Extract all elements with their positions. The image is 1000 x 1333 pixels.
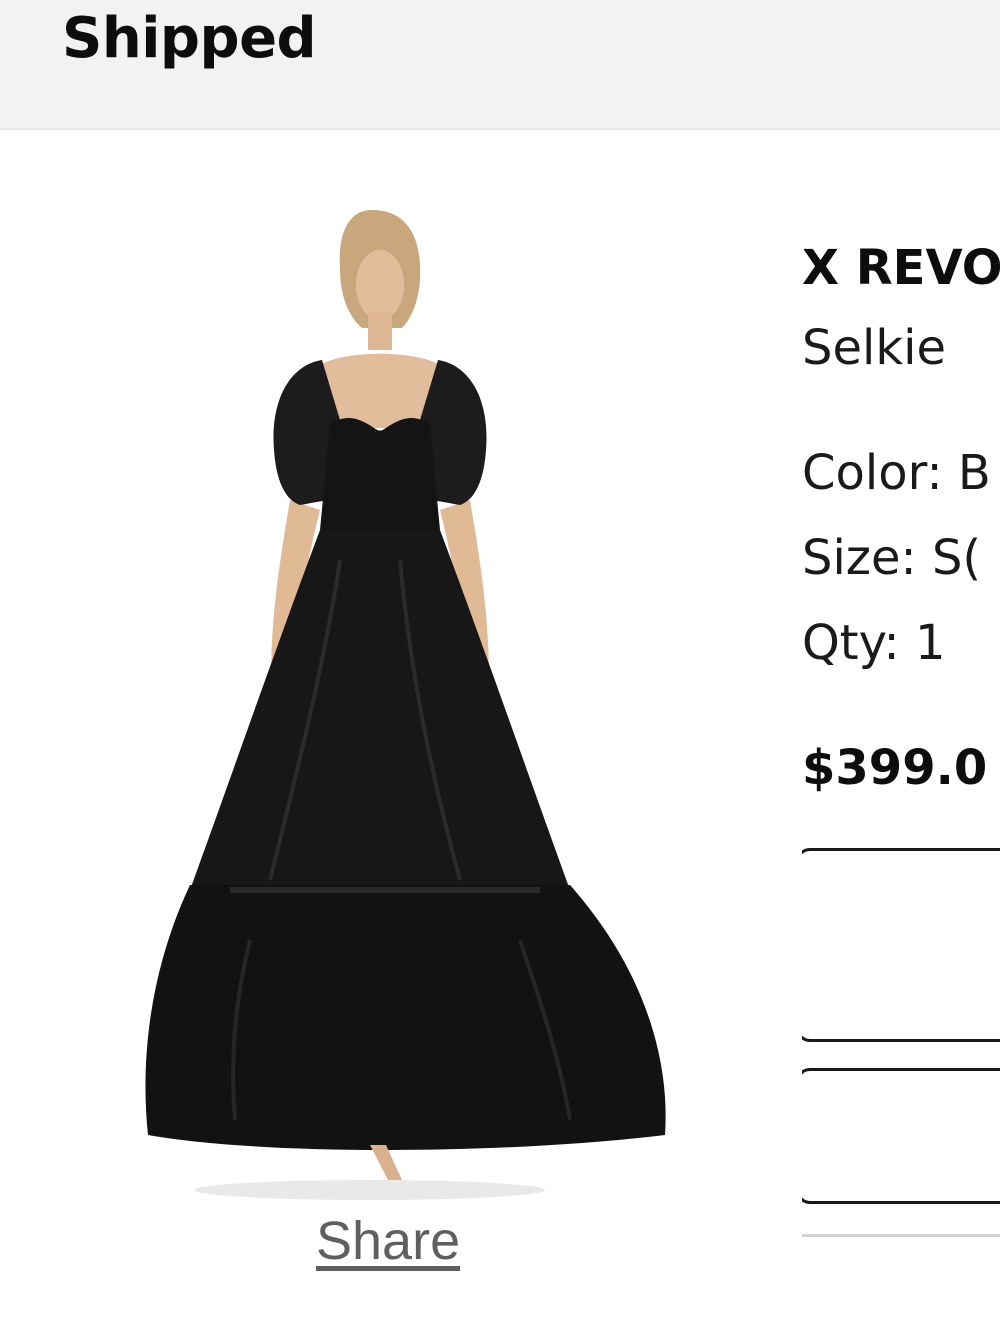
product-image[interactable] xyxy=(140,200,680,1210)
primary-action-button[interactable] xyxy=(802,848,1000,1042)
product-name: Selkie xyxy=(802,320,946,376)
product-price: $399.0 xyxy=(802,740,988,796)
order-status-header: Shipped xyxy=(0,0,1000,130)
product-details-panel: X REVO Selkie Color: B Size: S( Qty: 1 $… xyxy=(802,130,1000,1333)
secondary-action-button[interactable] xyxy=(802,1068,1000,1204)
product-size: Size: S( xyxy=(802,530,982,586)
order-item-card: Share X REVO Selkie Color: B Size: S( Qt… xyxy=(0,130,1000,1333)
product-quantity: Qty: 1 xyxy=(802,615,946,671)
order-status-title: Shipped xyxy=(62,6,317,71)
share-link[interactable]: Share xyxy=(316,1210,460,1272)
details-divider xyxy=(802,1234,1000,1237)
brand-name: X REVO xyxy=(802,240,1000,296)
product-color: Color: B xyxy=(802,445,991,501)
